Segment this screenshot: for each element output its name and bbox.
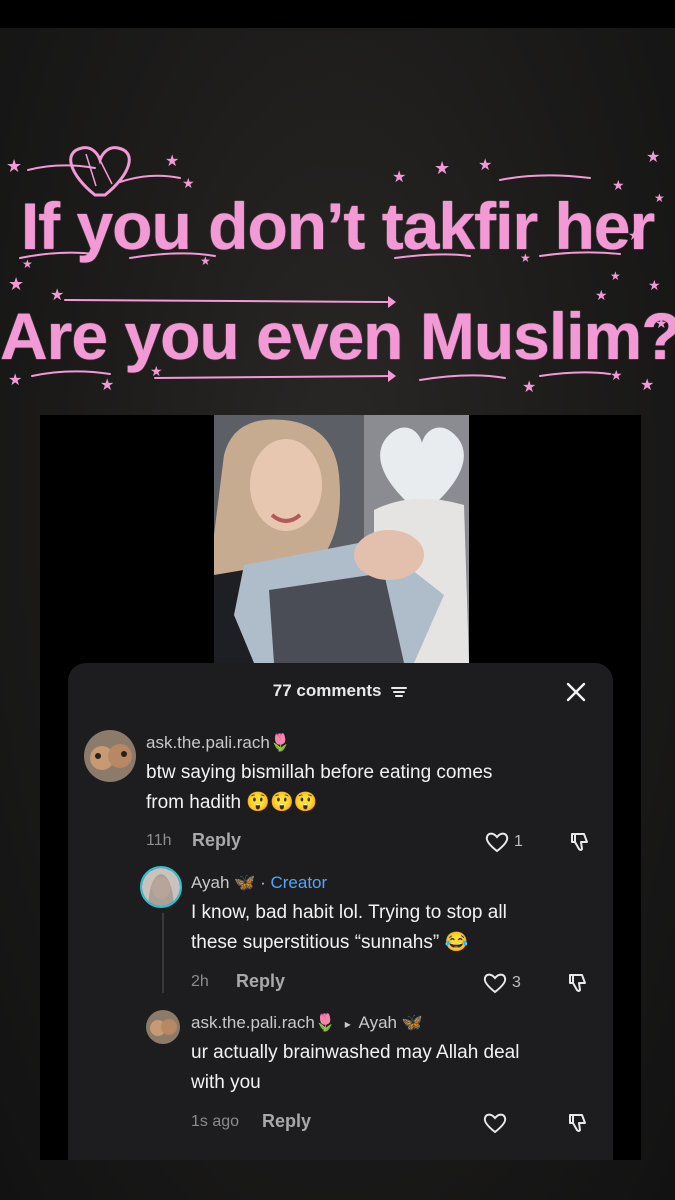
dislike-icon[interactable]	[566, 971, 590, 995]
comment-text-line-2: from hadith 😲😲😲	[146, 792, 318, 813]
headline-line-2: Are you even Muslim?	[0, 299, 675, 373]
comment-text: ur actually brainwashed may Allah deal w…	[191, 1038, 519, 1098]
svg-text:★: ★	[640, 375, 654, 394]
heart-icon[interactable]	[482, 1111, 508, 1135]
comment-text-line-2: with you	[191, 1072, 261, 1093]
like-count: 3	[512, 974, 521, 991]
avatar[interactable]	[140, 866, 182, 908]
svg-text:★: ★	[392, 167, 406, 186]
comment-username: Ayah 🦋 · Creator	[191, 873, 327, 893]
comment-time: 11h	[146, 832, 172, 849]
avatar-image	[84, 730, 136, 782]
comment-username[interactable]: ask.the.pali.rach🌷	[146, 733, 291, 753]
comment-time: 1s ago	[191, 1113, 240, 1130]
creator-name[interactable]: Ayah 🦋	[191, 873, 255, 892]
svg-text:★: ★	[100, 375, 114, 394]
like-count: 1	[514, 833, 523, 850]
video-photo-image	[214, 415, 469, 663]
separator: ·	[260, 873, 266, 892]
comments-sheet: 77 comments ask.the.pali.rach🌷 btw sayin…	[68, 663, 613, 1160]
reply-button[interactable]: Reply	[236, 971, 285, 992]
avatar-image	[146, 1010, 180, 1044]
reply-to-name[interactable]: Ayah 🦋	[359, 1013, 423, 1032]
comment-text-line-2: these superstitious “sunnahs” 😂	[191, 932, 469, 953]
svg-text:★: ★	[8, 274, 24, 295]
svg-text:★: ★	[478, 155, 492, 174]
comment-3: ask.the.pali.rach🌷 ▸ Ayah 🦋 ur actually …	[68, 1003, 613, 1143]
reply-button[interactable]: Reply	[262, 1111, 311, 1132]
comment-time: 2h	[191, 973, 209, 990]
svg-text:★: ★	[610, 269, 621, 283]
creator-badge: Creator	[270, 873, 328, 892]
avatar[interactable]	[84, 730, 136, 782]
comment-username: ask.the.pali.rach🌷 ▸ Ayah 🦋	[191, 1013, 423, 1033]
tiktok-screenshot: 77 comments ask.the.pali.rach🌷 btw sayin…	[40, 415, 641, 1160]
dislike-icon[interactable]	[568, 830, 592, 854]
comment-text: I know, bad habit lol. Trying to stop al…	[191, 898, 507, 958]
commenter-name[interactable]: ask.the.pali.rach🌷	[191, 1013, 336, 1032]
svg-text:★: ★	[648, 278, 661, 294]
reply-button[interactable]: Reply	[192, 830, 241, 851]
svg-text:★: ★	[434, 158, 450, 179]
heart-icon[interactable]	[484, 830, 510, 854]
svg-text:★: ★	[522, 377, 536, 396]
comment-text: btw saying bismillah before eating comes…	[146, 758, 492, 818]
comment-text-line-1: btw saying bismillah before eating comes	[146, 762, 493, 783]
comment-text-line-1: I know, bad habit lol. Trying to stop al…	[191, 902, 507, 923]
headline-line-1: If you don’t takfir her	[20, 189, 655, 263]
comment-2: Ayah 🦋 · Creator I know, bad habit lol. …	[68, 863, 613, 1003]
top-black-bar	[0, 0, 675, 28]
video-thumbnail[interactable]	[214, 415, 469, 663]
comment-1: ask.the.pali.rach🌷 btw saying bismillah …	[68, 663, 613, 863]
avatar[interactable]	[146, 1010, 180, 1044]
heart-icon[interactable]	[482, 971, 508, 995]
avatar-image	[142, 868, 180, 906]
reply-arrow-icon: ▸	[344, 1017, 351, 1031]
dislike-icon[interactable]	[566, 1111, 590, 1135]
svg-text:★: ★	[6, 156, 22, 177]
svg-text:★: ★	[646, 147, 660, 166]
svg-text:★: ★	[165, 151, 179, 170]
comment-text-line-1: ur actually brainwashed may Allah deal	[191, 1042, 520, 1063]
